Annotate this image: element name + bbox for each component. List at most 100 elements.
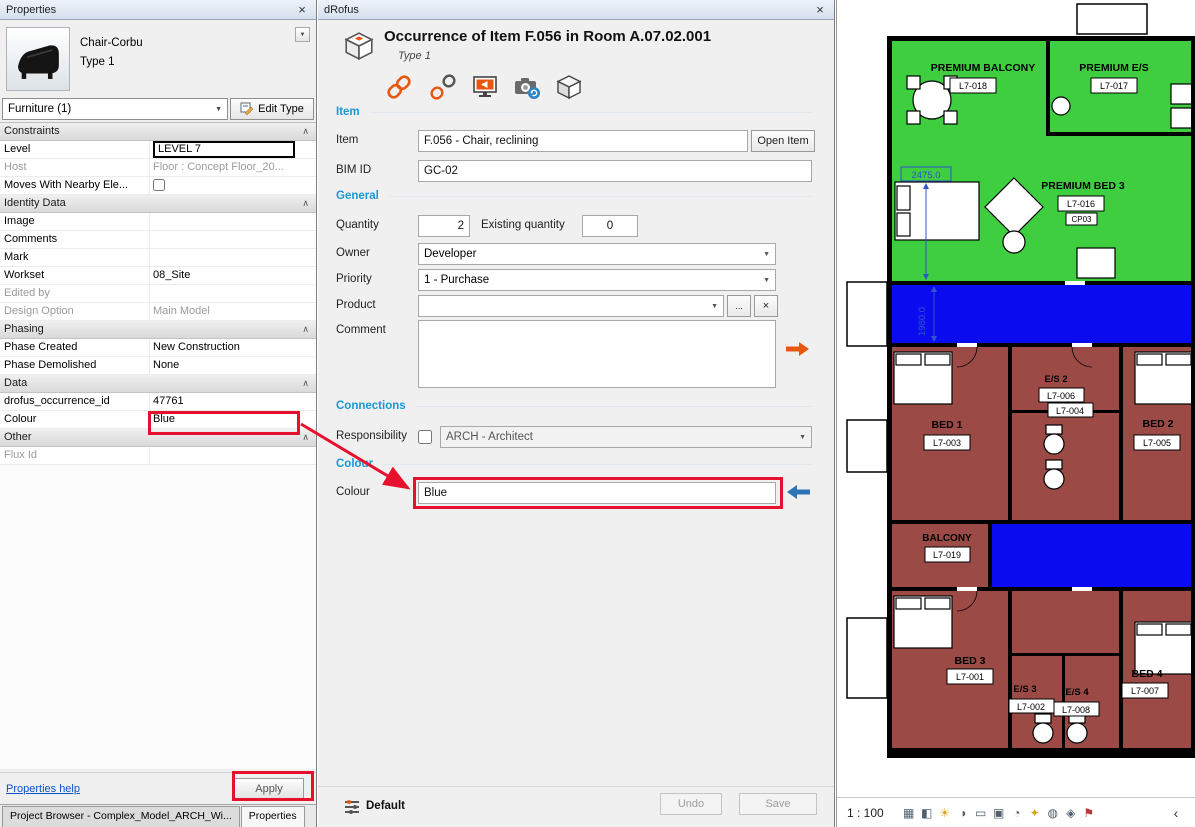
collapse-icon[interactable]: ∧ [302,429,309,446]
group-data[interactable]: Data ∧ [0,375,316,393]
product-browse-button[interactable]: ... [727,295,751,317]
unlink-icon[interactable] [428,72,458,102]
type-selector-combobox[interactable]: Furniture (1) ▼ [2,98,228,120]
view-control-bar: 1 : 100 ▦ ◧ ☀ ◑ ▭ ▣ ◔ ✦ ◍ ◈ ⚑ ‹ [837,797,1195,827]
hide-isolate-icon[interactable]: ◔ [1008,806,1026,820]
property-value-cell[interactable] [150,231,316,248]
product-dropdown[interactable]: ▼ [418,295,724,317]
properties-title-bar[interactable]: Properties × [0,0,316,20]
bim-id-label: BIM ID [336,164,371,176]
model-box-icon[interactable] [554,72,584,102]
row-host: Host Floor : Concept Floor_20... [0,159,316,177]
bim-id-input[interactable] [418,160,812,182]
tab-project-browser[interactable]: Project Browser - Complex_Model_ARCH_Wi.… [2,806,240,827]
view-properties-icon[interactable]: ◍ [1044,806,1062,820]
scale-label[interactable]: 1 : 100 [847,806,884,820]
room-label: E/S 2 [1044,374,1067,385]
link-icon[interactable] [384,72,414,102]
edit-type-button[interactable]: Edit Type [230,98,314,120]
product-clear-button[interactable]: × [754,295,778,317]
property-value-cell[interactable] [150,177,316,194]
property-name-cell: Phase Demolished [0,357,150,374]
comment-label: Comment [336,324,386,336]
crop-region-icon[interactable]: ▣ [990,806,1008,820]
row-colour: Colour Blue [0,411,316,429]
sun-path-icon[interactable]: ☀ [936,806,954,820]
property-value-cell[interactable]: LEVEL 7 [150,141,316,158]
screen-highlight-icon[interactable] [470,72,500,102]
default-label[interactable]: Default [366,800,405,812]
preview-expand-button[interactable]: ▼ [295,27,310,42]
visual-style-icon[interactable]: ◧ [918,806,936,820]
pull-from-revit-arrow-icon[interactable] [786,483,812,504]
edit-type-icon [240,102,254,116]
collapse-icon[interactable]: ∧ [302,321,309,338]
item-input[interactable] [418,130,748,152]
analytical-model-icon[interactable]: ◈ [1062,806,1080,820]
room-label: E/S 4 [1065,687,1089,698]
grid-empty-area [0,465,316,769]
group-constraints[interactable]: Constraints ∧ [0,123,316,141]
room-label: E/S 3 [1013,684,1036,695]
group-other[interactable]: Other ∧ [0,429,316,447]
room-tag: L7-005 [1143,438,1171,448]
property-value-cell[interactable]: 08_Site [150,267,316,284]
properties-help-link[interactable]: Properties help [6,783,80,795]
group-phasing[interactable]: Phasing ∧ [0,321,316,339]
push-to-drofus-arrow-icon[interactable] [784,340,810,361]
property-value-cell[interactable]: None [150,357,316,374]
drofus-title-bar[interactable]: dRofus × [318,0,834,20]
colour-input[interactable] [418,482,776,504]
property-value-cell[interactable] [150,249,316,266]
room-tag: L7-016 [1067,199,1095,209]
group-identity-data[interactable]: Identity Data ∧ [0,195,316,213]
room-tag: L7-008 [1062,705,1090,715]
collapse-icon[interactable]: ∧ [302,123,309,140]
group-label: Constraints [4,125,60,137]
property-value-cell: Main Model [150,303,316,320]
detail-level-icon[interactable]: ▦ [900,806,918,820]
property-value-cell: Floor : Concept Floor_20... [150,159,316,176]
occurrence-heading: Occurrence of Item F.056 in Room A.07.02… [384,28,711,45]
displacement-icon[interactable]: ⚑ [1080,806,1098,820]
tab-properties[interactable]: Properties [241,806,305,827]
existing-quantity-input[interactable] [582,215,638,237]
existing-quantity-label: Existing quantity [481,219,565,231]
reveal-hidden-icon[interactable]: ✦ [1026,806,1044,820]
collapse-icon[interactable]: ∧ [302,195,309,212]
owner-dropdown[interactable]: Developer ▼ [418,243,776,265]
property-value-cell[interactable]: New Construction [150,339,316,356]
responsibility-checkbox[interactable] [418,430,432,444]
camera-sync-icon[interactable] [512,72,542,102]
section-colour: Colour [336,458,812,470]
moves-with-nearby-checkbox[interactable] [153,179,165,191]
apply-button[interactable]: Apply [234,778,304,799]
room-label: BALCONY [922,533,972,544]
collapse-arrow-icon[interactable]: ‹ [1167,805,1185,821]
open-item-button[interactable]: Open Item [751,130,815,152]
property-name-cell: Mark [0,249,150,266]
default-config-icon[interactable] [344,798,360,817]
collapse-icon[interactable]: ∧ [302,375,309,392]
group-label: Phasing [4,323,44,335]
close-icon[interactable]: × [812,2,828,17]
priority-dropdown[interactable]: 1 - Purchase ▼ [418,269,776,291]
colour-value-cell[interactable]: Blue [150,411,316,428]
undo-button[interactable]: Undo [660,793,722,815]
property-value-cell[interactable]: 47761 [150,393,316,410]
row-mark: Mark [0,249,316,267]
close-icon[interactable]: × [294,2,310,17]
quantity-input[interactable] [418,215,470,237]
colour-label: Colour [336,486,370,498]
section-connections: Connections [336,400,812,412]
plan-view[interactable]: PREMIUM BALCONY PREMIUM E/S PREMIUM BED … [836,0,1195,827]
comment-textarea[interactable] [418,320,776,388]
level-value[interactable]: LEVEL 7 [153,141,295,158]
shadows-icon[interactable]: ◑ [954,806,972,820]
save-button[interactable]: Save [739,793,817,815]
crop-view-icon[interactable]: ▭ [972,806,990,820]
responsibility-dropdown[interactable]: ARCH - Architect ▼ [440,426,812,448]
property-value-cell[interactable] [150,213,316,230]
floor-plan-canvas[interactable]: PREMIUM BALCONY PREMIUM E/S PREMIUM BED … [837,0,1195,795]
row-workset: Workset 08_Site [0,267,316,285]
